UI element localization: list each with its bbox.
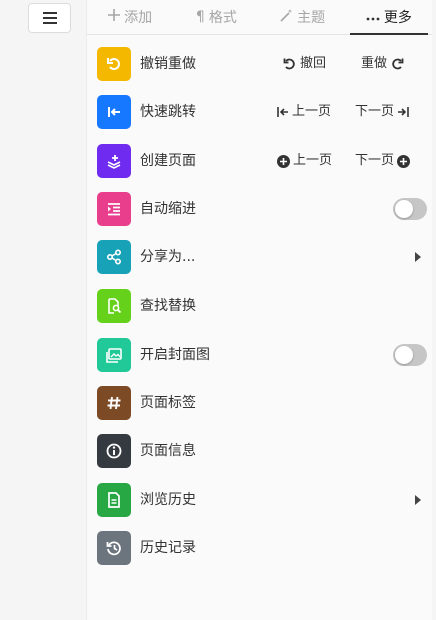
menu-item-browse-history[interactable]: 浏览历史	[97, 483, 427, 517]
tab-more[interactable]: 更多	[346, 0, 432, 35]
arrow-to-end-icon	[398, 107, 409, 117]
menu-item-label: 分享为...	[140, 249, 196, 265]
menu-item-undo-redo: 撤销重做 撤回 重做	[97, 47, 427, 81]
tab-bar: 添加 ¶ 格式 主题 更多	[87, 0, 432, 35]
tab-label: 主题	[297, 10, 326, 26]
menu-item-label: 快速跳转	[140, 104, 196, 120]
create-prev-page-button[interactable]: 上一页	[277, 152, 332, 170]
tab-label: 添加	[124, 10, 153, 26]
redo-button-label: 重做	[361, 56, 388, 71]
find-replace-icon	[108, 298, 122, 314]
info-icon	[106, 443, 122, 459]
arrow-to-start-icon	[277, 107, 288, 117]
menu-item-label: 撤销重做	[140, 56, 196, 72]
jump-next-page-button[interactable]: 下一页	[355, 103, 409, 121]
create-next-label: 下一页	[355, 153, 395, 168]
tab-theme[interactable]: 主题	[260, 0, 346, 34]
menu-item-auto-indent: 自动缩进	[97, 192, 427, 226]
menu-item-cover-image: 开启封面图	[97, 338, 427, 372]
history-tile	[97, 531, 131, 565]
chevron-right-icon	[415, 252, 421, 262]
plus-circle-icon	[397, 154, 411, 168]
find-replace-tile	[97, 289, 131, 323]
menu-item-label: 历史记录	[140, 540, 196, 556]
menu-item-label: 浏览历史	[140, 492, 196, 508]
menu-item-label: 页面标签	[140, 395, 196, 411]
menu-item-label: 自动缩进	[140, 201, 196, 217]
menu-item-label: 创建页面	[140, 153, 196, 169]
cover-image-tile	[97, 338, 131, 372]
hashtag-icon	[107, 396, 121, 410]
undo-icon	[107, 58, 120, 70]
undo-button[interactable]: 撤回	[283, 55, 326, 73]
magic-wand-icon	[280, 8, 293, 26]
cover-image-toggle[interactable]	[393, 344, 427, 366]
menu-item-find-replace[interactable]: 查找替换	[97, 289, 427, 323]
pilcrow-icon: ¶	[195, 9, 205, 25]
document-icon	[108, 492, 120, 508]
jump-next-label: 下一页	[355, 104, 395, 119]
share-icon	[106, 249, 122, 265]
share-tile	[97, 240, 131, 274]
toggle-knob	[395, 346, 413, 364]
history-icon	[106, 541, 121, 556]
create-page-tile	[97, 144, 131, 178]
jump-prev-page-button[interactable]: 上一页	[277, 103, 331, 121]
page-info-tile	[97, 434, 131, 468]
auto-indent-toggle[interactable]	[393, 198, 427, 220]
menu-item-history[interactable]: 历史记录	[97, 531, 427, 565]
quick-jump-tile	[97, 95, 131, 129]
hamburger-menu-button[interactable]	[28, 3, 71, 33]
tab-format[interactable]: ¶ 格式	[173, 0, 259, 34]
menu-item-quick-jump: 快速跳转 上一页 下一页	[97, 95, 427, 129]
undo-icon	[283, 58, 295, 70]
undo-button-label: 撤回	[300, 56, 327, 71]
menu-item-page-tags[interactable]: 页面标签	[97, 386, 427, 420]
chevron-right-icon	[415, 495, 421, 505]
hamburger-icon	[42, 12, 57, 24]
create-page-icon	[107, 155, 121, 169]
jump-to-icon	[108, 107, 120, 117]
create-prev-label: 上一页	[293, 153, 333, 168]
more-dots-icon	[366, 9, 380, 25]
page-tags-tile	[97, 386, 131, 420]
more-panel: 添加 ¶ 格式 主题 更多 撤销重做 撤回 重做 快速跳转 上一页 下一页 创建…	[86, 0, 432, 620]
tab-add[interactable]: 添加	[87, 0, 173, 34]
jump-prev-label: 上一页	[292, 104, 332, 119]
toggle-knob	[395, 200, 413, 218]
plus-icon	[108, 9, 121, 25]
tab-label: 格式	[208, 10, 237, 26]
menu-item-label: 页面信息	[140, 443, 196, 459]
undo-redo-tile	[97, 47, 131, 81]
create-next-page-button[interactable]: 下一页	[355, 152, 411, 170]
redo-icon	[392, 58, 404, 70]
auto-indent-tile	[97, 192, 131, 226]
cover-image-icon	[106, 348, 122, 363]
redo-button[interactable]: 重做	[361, 55, 404, 73]
browse-history-tile	[97, 483, 131, 517]
menu-item-page-info[interactable]: 页面信息	[97, 434, 427, 468]
tab-label: 更多	[383, 10, 412, 26]
plus-circle-icon	[277, 154, 290, 168]
menu-item-label: 开启封面图	[140, 347, 210, 363]
menu-item-share-as[interactable]: 分享为...	[97, 240, 427, 274]
menu-item-create-page: 创建页面 上一页 下一页	[97, 144, 427, 178]
menu-item-label: 查找替换	[140, 298, 196, 314]
indent-icon	[108, 203, 120, 216]
